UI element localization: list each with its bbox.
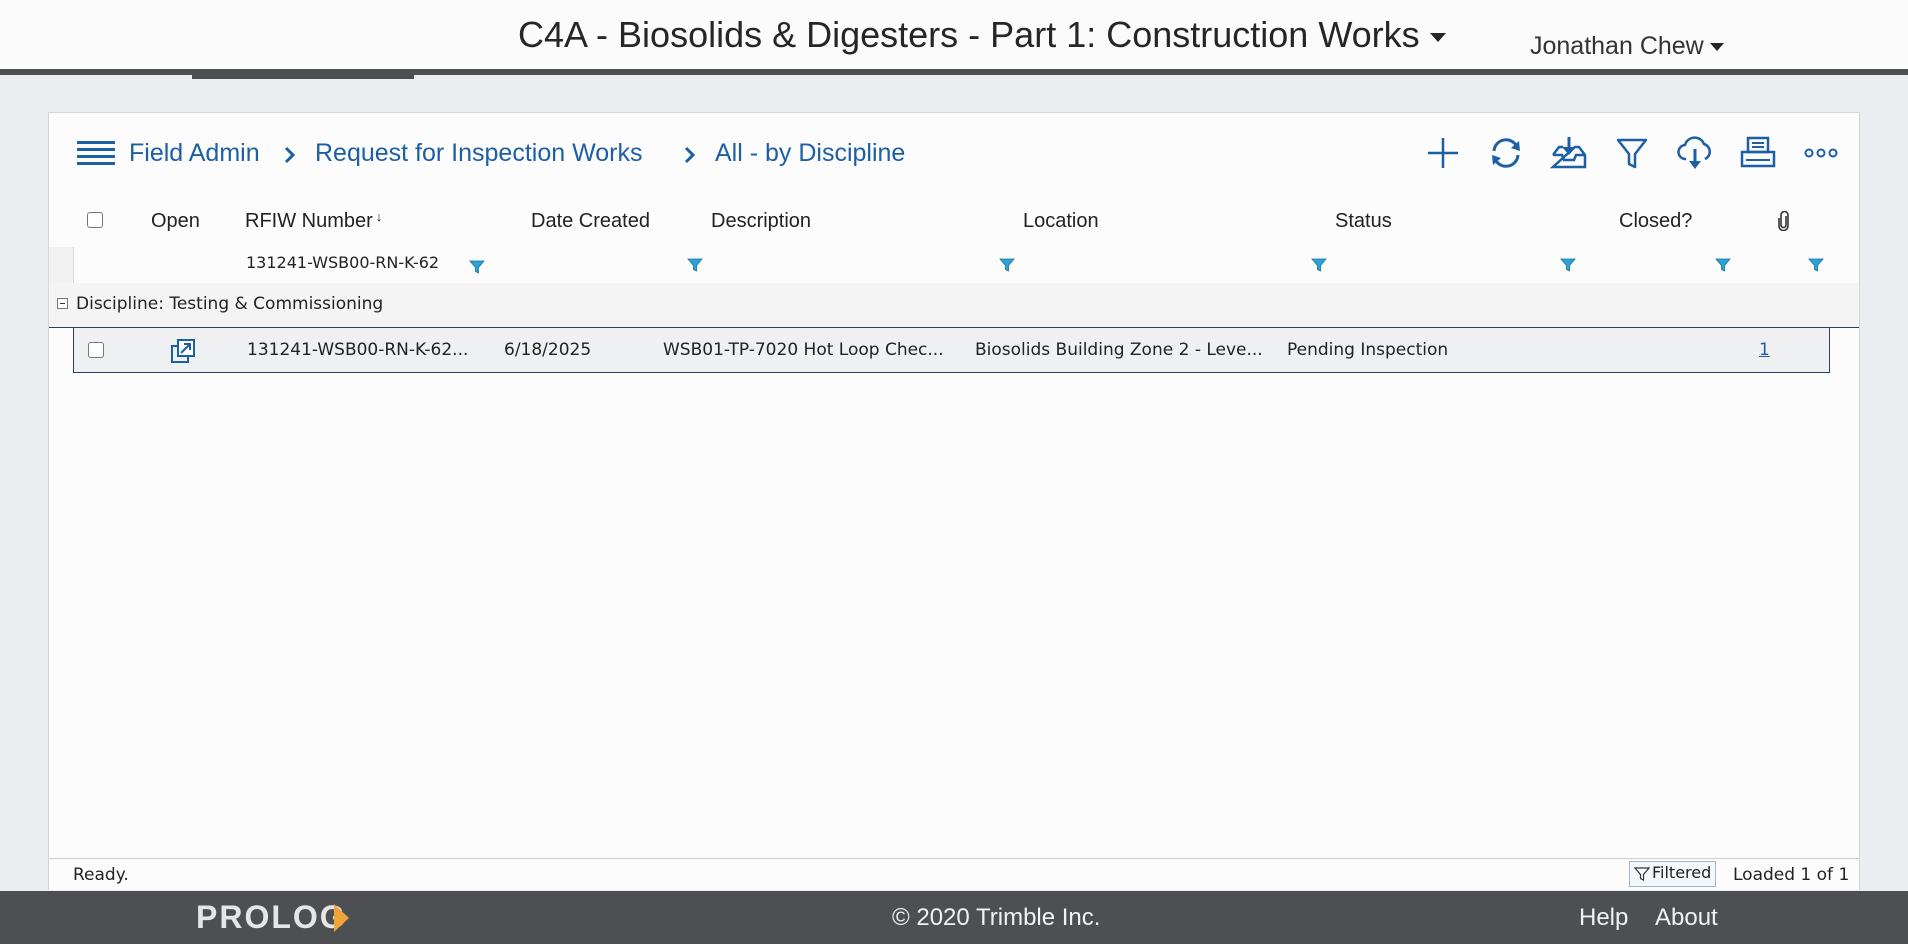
logo-arrow-icon	[334, 904, 349, 932]
breadcrumb-request-for-inspection-works[interactable]: Request for Inspection Works	[315, 139, 642, 168]
chevron-right-icon	[284, 146, 296, 164]
rfiw-number-filter-icon[interactable]	[469, 259, 485, 275]
attachments-count-link[interactable]: 1	[1759, 340, 1770, 360]
cloud-download-icon[interactable]	[1675, 133, 1715, 173]
add-icon[interactable]	[1423, 133, 1463, 173]
refresh-icon[interactable]	[1486, 133, 1526, 173]
select-all-checkbox[interactable]	[87, 212, 103, 228]
chevron-down-icon	[1429, 32, 1446, 42]
closed-filter-icon[interactable]	[1715, 257, 1731, 273]
import-icon[interactable]	[1549, 133, 1589, 173]
date-created-cell: 6/18/2025	[504, 340, 592, 360]
open-record-icon[interactable]	[170, 338, 196, 364]
location-filter-icon[interactable]	[1311, 257, 1327, 273]
filter-icon	[1634, 867, 1650, 881]
footer: PROLOG © 2020 Trimble Inc. Help About	[0, 891, 1908, 944]
print-icon[interactable]	[1738, 133, 1778, 173]
column-header-description[interactable]: Description	[711, 210, 811, 233]
description-cell: WSB01-TP-7020 Hot Loop Chec...	[663, 340, 944, 360]
filter-icon[interactable]	[1612, 133, 1652, 173]
status-filter-icon[interactable]	[1560, 257, 1576, 273]
chevron-down-icon	[1709, 43, 1724, 52]
row-checkbox[interactable]	[88, 342, 104, 358]
top-header: C4A - Biosolids & Digesters - Part 1: Co…	[0, 0, 1908, 79]
column-header-rfiw-number[interactable]: RFIW Number ↓	[245, 209, 383, 233]
status-text: Ready.	[73, 865, 129, 885]
location-cell: Biosolids Building Zone 2 - Leve...	[975, 340, 1263, 360]
chevron-right-icon	[684, 146, 696, 164]
breadcrumb: Field Admin Request for Inspection Works…	[49, 113, 1859, 196]
column-header-status[interactable]: Status	[1335, 210, 1392, 233]
menu-icon[interactable]	[77, 140, 115, 166]
table-row[interactable]: 131241-WSB00-RN-K-62... 6/18/2025 WSB01-…	[73, 327, 1830, 373]
filtered-label: Filtered	[1652, 863, 1712, 882]
breadcrumb-all-by-discipline[interactable]: All - by Discipline	[715, 139, 905, 168]
sort-descending-icon: ↓	[375, 209, 383, 224]
column-header-open[interactable]: Open	[151, 210, 200, 233]
rfiw-number-filter-input[interactable]: 131241-WSB00-RN-K-62	[246, 253, 471, 272]
about-link[interactable]: About	[1655, 904, 1718, 932]
paperclip-icon[interactable]	[1777, 211, 1791, 231]
column-header-location[interactable]: Location	[1023, 210, 1099, 233]
filter-row-gutter	[49, 247, 74, 283]
group-label: Discipline: Testing & Commissioning	[76, 294, 384, 314]
user-name: Jonathan Chew	[1530, 32, 1704, 60]
table-header: Open RFIW Number ↓ Date Created Descripti…	[49, 195, 1859, 248]
status-bar: Ready. Filtered Loaded 1 of 1	[49, 858, 1859, 890]
date-created-filter-icon[interactable]	[687, 257, 703, 273]
filter-row: 131241-WSB00-RN-K-62	[49, 247, 1859, 284]
more-icon[interactable]	[1801, 133, 1841, 173]
rfiw-number-cell: 131241-WSB00-RN-K-62...	[247, 340, 469, 360]
active-tab-indicator	[192, 75, 414, 79]
main-panel: Field Admin Request for Inspection Works…	[48, 112, 1860, 890]
project-title: C4A - Biosolids & Digesters - Part 1: Co…	[518, 14, 1420, 55]
collapse-group-icon[interactable]	[57, 298, 68, 309]
column-header-closed[interactable]: Closed?	[1619, 210, 1692, 233]
description-filter-icon[interactable]	[999, 257, 1015, 273]
project-selector[interactable]: C4A - Biosolids & Digesters - Part 1: Co…	[518, 14, 1446, 56]
help-link[interactable]: Help	[1579, 904, 1628, 932]
prolog-logo: PROLOG	[196, 899, 347, 935]
attachments-filter-icon[interactable]	[1808, 257, 1824, 273]
loaded-count: Loaded 1 of 1	[1733, 865, 1850, 885]
status-cell: Pending Inspection	[1287, 340, 1449, 360]
breadcrumb-field-admin[interactable]: Field Admin	[129, 139, 260, 168]
filtered-indicator[interactable]: Filtered	[1629, 861, 1717, 887]
column-header-date-created[interactable]: Date Created	[531, 210, 650, 233]
copyright-text: © 2020 Trimble Inc.	[892, 904, 1101, 931]
user-menu[interactable]: Jonathan Chew	[1530, 32, 1724, 61]
group-header: Discipline: Testing & Commissioning	[49, 283, 1859, 328]
column-header-label: RFIW Number	[245, 210, 373, 232]
